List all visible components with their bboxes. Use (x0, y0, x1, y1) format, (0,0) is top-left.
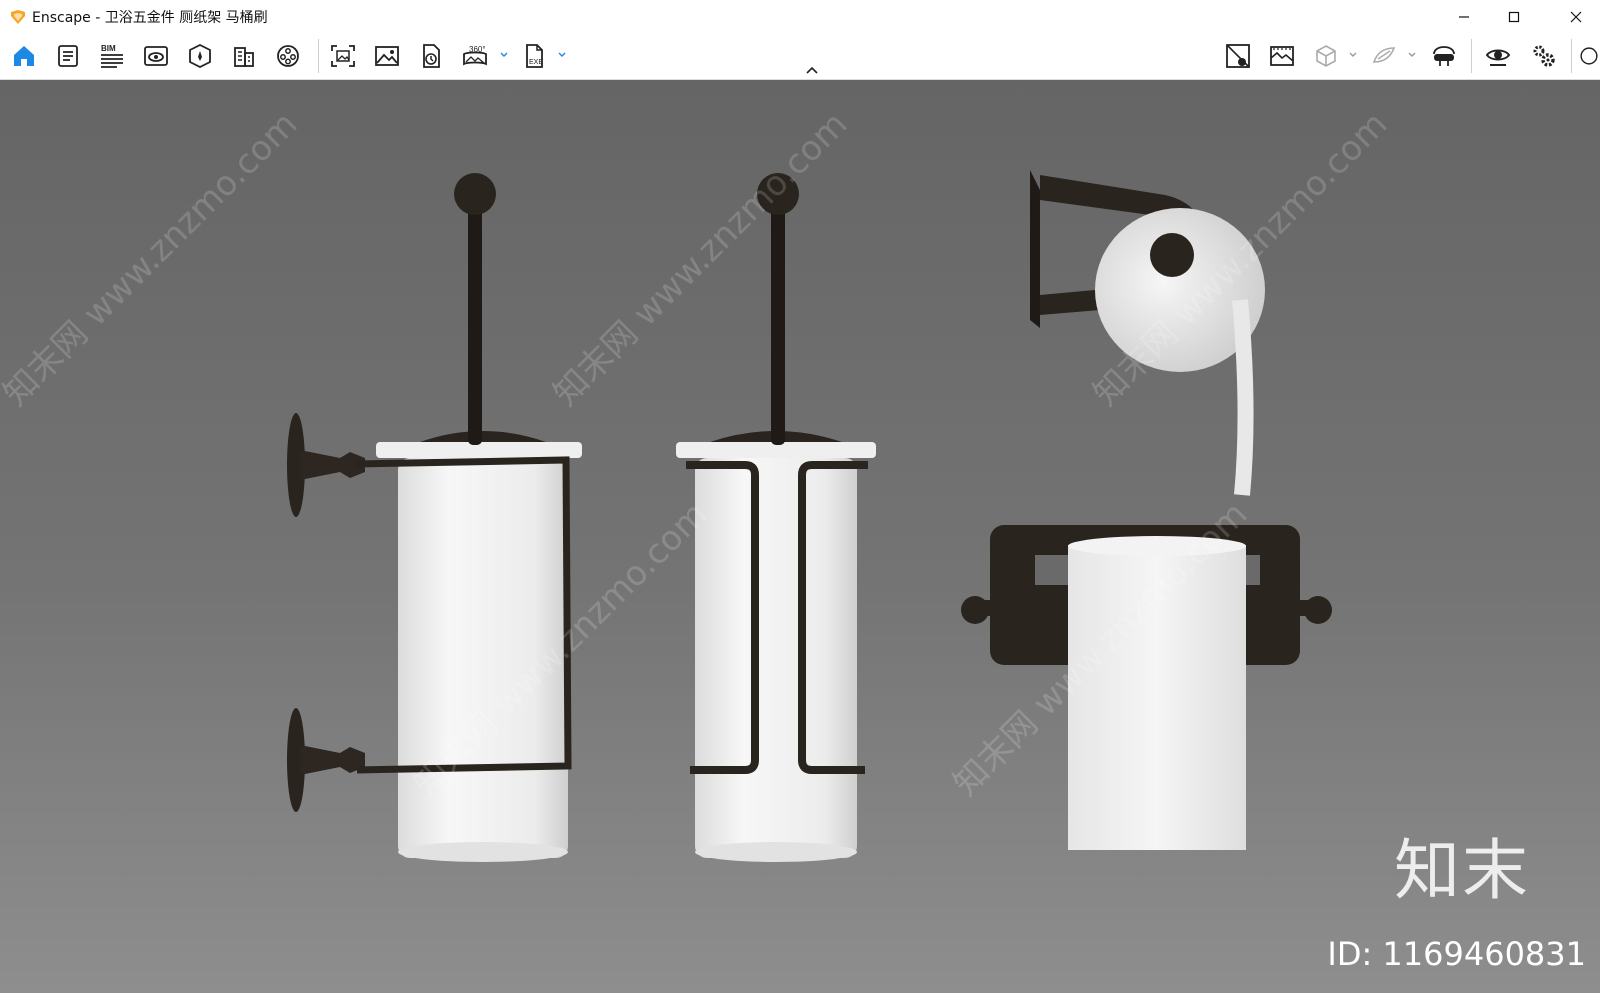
notes-icon (58, 45, 78, 67)
minimize-button[interactable] (1440, 0, 1488, 33)
collaboration-icon (1372, 47, 1396, 63)
material-editor-button[interactable] (1222, 41, 1254, 71)
panorama-360-button[interactable]: 360° (459, 41, 491, 71)
title-bar: Enscape - 卫浴五金件 厕纸架 马桶刷 (0, 0, 1600, 33)
export-dropdown-chevron-icon[interactable] (556, 49, 568, 61)
main-toolbar: BIM 360° EXE (0, 33, 1600, 80)
building-icon (234, 47, 254, 67)
visual-settings-button[interactable] (140, 41, 172, 71)
settings-icon (1533, 45, 1555, 67)
bim-icon: BIM (101, 44, 123, 68)
cube-view-icon (1316, 45, 1336, 67)
render-image-button[interactable] (371, 41, 403, 71)
toolbar-separator (318, 39, 319, 73)
bim-button[interactable]: BIM (96, 41, 128, 71)
chevron-up-icon (806, 66, 818, 74)
material-editor-icon (1226, 44, 1250, 68)
collaboration-button[interactable] (1368, 41, 1400, 71)
export-exe-button[interactable]: EXE (518, 41, 550, 71)
batch-render-icon (423, 44, 440, 68)
render-viewport[interactable]: 知末网 www.znzmo.com 知末网 www.znzmo.com 知末网 … (0, 80, 1600, 993)
minimize-icon (1459, 15, 1469, 18)
collaboration-dropdown-chevron-icon[interactable] (1406, 49, 1418, 61)
enscape-logo-icon (11, 9, 25, 24)
help-button[interactable] (1578, 41, 1600, 71)
home-button[interactable] (8, 41, 40, 71)
cube-view-button[interactable] (1310, 41, 1342, 71)
visual-settings-icon (144, 46, 168, 66)
help-icon (1580, 47, 1598, 65)
live-view-icon (1485, 49, 1511, 66)
asset-library-icon (1270, 46, 1294, 66)
notes-button[interactable] (52, 41, 84, 71)
home-icon (14, 46, 34, 66)
panorama-dropdown-chevron-icon[interactable] (498, 49, 510, 61)
collapse-toolbar-button[interactable] (804, 63, 820, 77)
scene-render (287, 170, 1332, 862)
export-exe-icon: EXE (526, 44, 543, 68)
panorama-360-icon: 360° (463, 45, 487, 66)
asset-id-label: ID: 1169460831 (1327, 935, 1586, 973)
live-view-button[interactable] (1482, 41, 1514, 71)
vr-headset-icon (1433, 46, 1455, 66)
screenshot-icon (331, 45, 355, 67)
screenshot-button[interactable] (327, 41, 359, 71)
settings-button[interactable] (1528, 41, 1560, 71)
close-button[interactable] (1552, 0, 1600, 33)
orientation-button[interactable] (184, 41, 216, 71)
render-image-icon (375, 46, 399, 66)
exe-label: EXE (529, 59, 543, 66)
toolbar-separator-end (1571, 39, 1572, 73)
vr-headset-button[interactable] (1428, 41, 1460, 71)
batch-render-button[interactable] (415, 41, 447, 71)
video-editor-button[interactable] (272, 41, 304, 71)
close-icon (1570, 11, 1582, 22)
window-title: Enscape - 卫浴五金件 厕纸架 马桶刷 (32, 9, 268, 26)
video-editor-icon (277, 45, 299, 67)
toolbar-separator-right (1471, 39, 1472, 73)
asset-library-button[interactable] (1266, 41, 1298, 71)
maximize-button[interactable] (1490, 0, 1538, 33)
cube-dropdown-chevron-icon[interactable] (1347, 49, 1359, 61)
maximize-icon (1508, 11, 1520, 22)
building-button[interactable] (228, 41, 260, 71)
brand-watermark: 知末 (1394, 832, 1530, 909)
bim-label: BIM (101, 44, 116, 53)
orientation-icon (189, 43, 211, 69)
